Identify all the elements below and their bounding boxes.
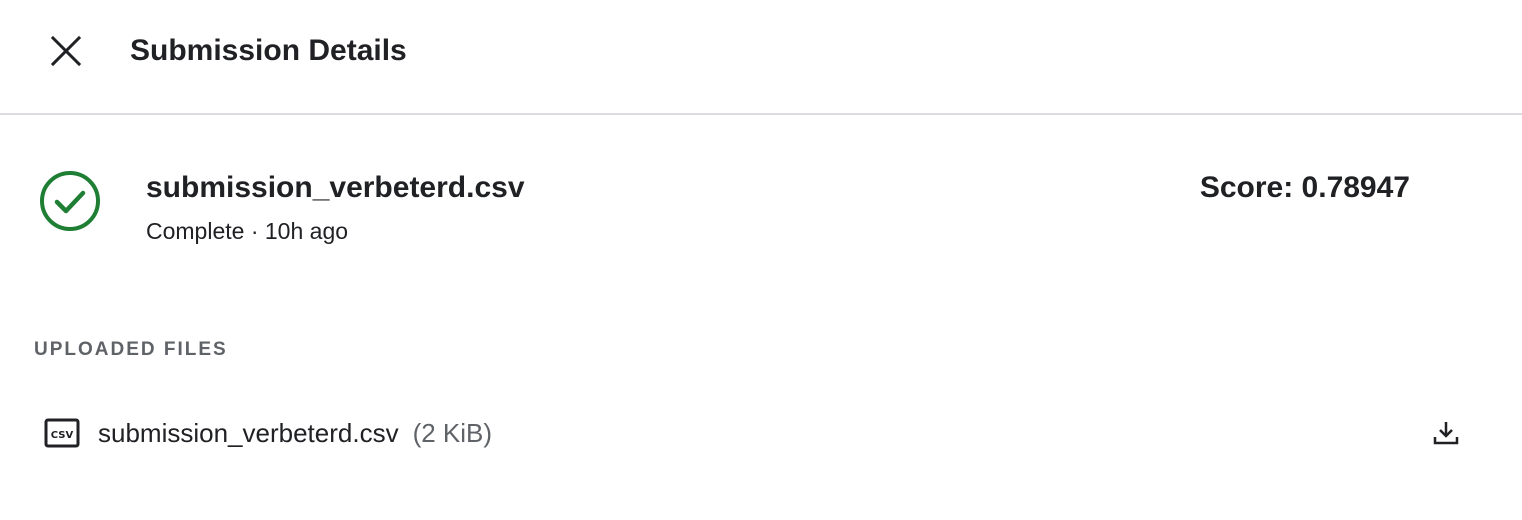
submission-time: 10h ago <box>264 218 349 244</box>
uploaded-file-row: CSV submission_verbeterd.csv (2 KiB) <box>0 405 1522 461</box>
uploaded-file-name[interactable]: submission_verbeterd.csv (2 KiB) <box>98 417 492 449</box>
submission-file-name: submission_verbeterd.csv <box>146 171 525 204</box>
uploaded-files-heading: UPLOADED FILES <box>34 339 228 360</box>
download-button[interactable] <box>1426 413 1466 453</box>
submission-score: Score: 0.78947 <box>1199 171 1410 204</box>
close-button[interactable] <box>44 29 88 73</box>
submission-status-line: Complete · 10h ago <box>146 216 348 246</box>
svg-text:CSV: CSV <box>51 430 74 441</box>
uploaded-file-name-text: submission_verbeterd.csv <box>98 418 399 448</box>
status-text: Complete <box>146 218 245 244</box>
check-circle-icon <box>40 171 100 231</box>
download-icon <box>1433 422 1459 445</box>
submission-summary: submission_verbeterd.csv Complete · 10h … <box>0 115 1522 285</box>
csv-file-icon: CSV <box>44 418 80 448</box>
close-icon <box>50 35 82 67</box>
panel-header: Submission Details <box>0 0 1522 115</box>
submission-details-panel: Submission Details submission_verbeterd.… <box>0 0 1522 520</box>
page-title: Submission Details <box>130 34 407 67</box>
uploaded-file-size: (2 KiB) <box>412 418 493 448</box>
status-separator: · <box>244 218 265 244</box>
